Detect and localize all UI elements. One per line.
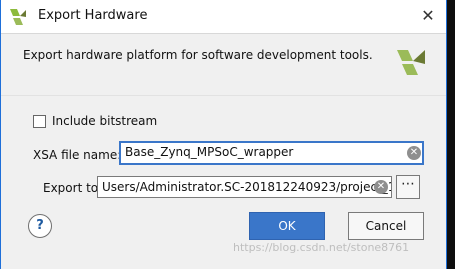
include-bitstream-label[interactable]: Include bitstream (52, 114, 157, 128)
xilinx-logo (397, 50, 425, 75)
ok-button[interactable]: OK (249, 212, 325, 240)
xilinx-logo-icon (10, 9, 26, 25)
export-to-value: Users/Administrator.SC-201812240923/proj… (102, 180, 392, 194)
background-edge (447, 0, 455, 269)
include-bitstream-checkbox[interactable] (33, 115, 46, 128)
clear-icon[interactable]: ✕ (374, 180, 388, 194)
dialog-description: Export hardware platform for software de… (23, 48, 373, 62)
watermark: https://blog.csdn.net/stone8761 (233, 241, 410, 254)
export-hardware-dialog: Export Hardware ✕ Export hardware platfo… (0, 0, 447, 269)
close-button[interactable]: ✕ (413, 4, 443, 28)
dialog-title: Export Hardware (38, 8, 148, 23)
export-to-input[interactable]: Users/Administrator.SC-201812240923/proj… (97, 176, 392, 198)
title-bar: Export Hardware ✕ (1, 0, 446, 34)
xsa-file-name-label: XSA file name: (33, 148, 122, 162)
browse-button[interactable]: ⋯ (396, 175, 420, 199)
cancel-button[interactable]: Cancel (348, 212, 424, 240)
export-to-label: Export to: (43, 181, 103, 195)
help-icon[interactable]: ? (28, 214, 52, 238)
header-divider (1, 95, 446, 96)
clear-icon[interactable]: ✕ (407, 146, 421, 160)
xsa-file-name-input[interactable]: Base_Zynq_MPSoC_wrapper (119, 141, 424, 165)
